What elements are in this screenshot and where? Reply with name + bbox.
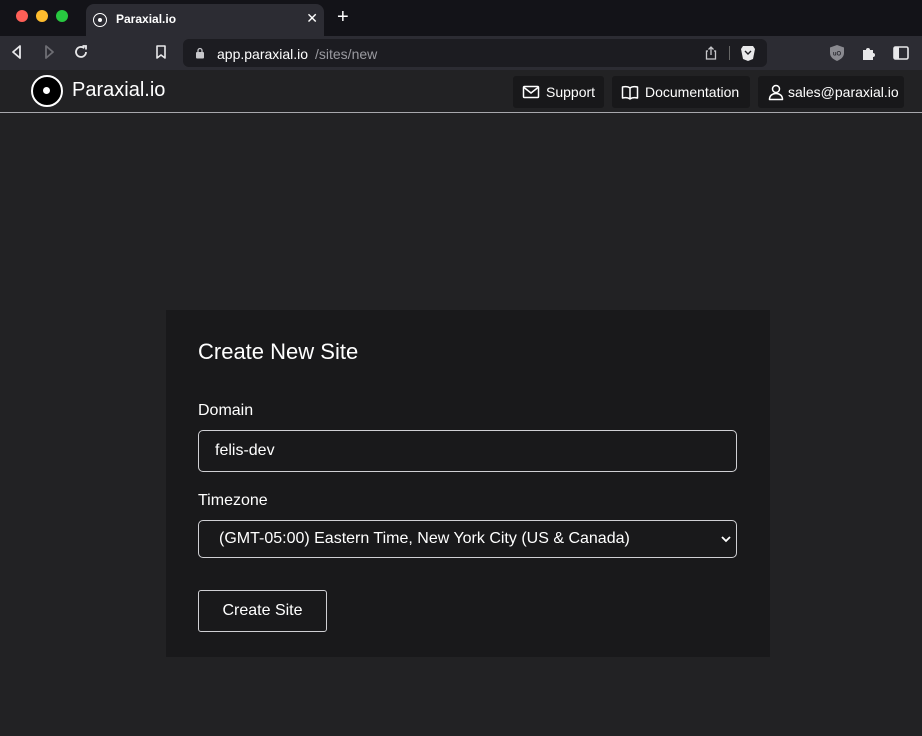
create-site-button[interactable]: Create Site: [198, 590, 327, 632]
svg-text:uO: uO: [833, 52, 842, 58]
domain-value: felis-dev: [215, 442, 275, 459]
domain-label: Domain: [198, 402, 254, 419]
documentation-label: Documentation: [645, 84, 740, 100]
browser-tab-bar: Paraxial.io ✕ +: [0, 0, 922, 36]
chevron-down-icon: [721, 536, 731, 543]
browser-tab[interactable]: Paraxial.io ✕: [86, 4, 324, 36]
user-icon: [768, 84, 784, 101]
sidebar-toggle-icon[interactable]: [892, 44, 910, 62]
favicon-icon: [93, 13, 107, 27]
brand-name[interactable]: Paraxial.io: [72, 79, 165, 102]
extensions-icon[interactable]: [860, 44, 878, 62]
page-title: Create New Site: [198, 339, 359, 364]
documentation-button[interactable]: Documentation: [612, 76, 750, 108]
brave-shields-icon[interactable]: [740, 44, 756, 62]
new-tab-icon[interactable]: +: [337, 7, 349, 27]
bookmark-icon[interactable]: [152, 43, 170, 61]
tab-title: Paraxial.io: [116, 12, 177, 26]
minimize-window-button[interactable]: [36, 10, 48, 22]
paraxial-logo-icon[interactable]: [31, 75, 63, 107]
share-icon[interactable]: [703, 45, 719, 61]
domain-input[interactable]: felis-dev: [198, 430, 737, 472]
address-bar[interactable]: app.paraxial.io /sites/new: [183, 39, 767, 67]
back-icon[interactable]: [8, 43, 26, 61]
url-host: app.paraxial.io: [217, 46, 309, 62]
timezone-value: (GMT-05:00) Eastern Time, New York City …: [219, 530, 630, 547]
support-button[interactable]: Support: [513, 76, 604, 108]
ublock-icon[interactable]: uO: [828, 44, 846, 62]
url-separator: [729, 46, 730, 60]
forward-icon[interactable]: [40, 43, 58, 61]
support-label: Support: [546, 84, 596, 100]
envelope-icon: [522, 85, 540, 99]
book-icon: [621, 85, 639, 100]
create-site-card: Create New Site Domain felis-dev Timezon…: [166, 310, 770, 657]
browser-toolbar: app.paraxial.io /sites/new uO: [0, 36, 922, 70]
lock-icon: [196, 47, 204, 59]
user-account-button[interactable]: sales@paraxial.io: [758, 76, 904, 108]
user-email: sales@paraxial.io: [788, 84, 899, 100]
tab-close-icon[interactable]: ✕: [306, 10, 318, 27]
reload-icon[interactable]: [72, 43, 90, 61]
maximize-window-button[interactable]: [56, 10, 68, 22]
url-path: /sites/new: [315, 46, 378, 62]
timezone-label: Timezone: [198, 492, 268, 509]
close-window-button[interactable]: [16, 10, 28, 22]
app-header: Paraxial.io Support Documentation sales@…: [0, 70, 922, 113]
timezone-select[interactable]: (GMT-05:00) Eastern Time, New York City …: [198, 520, 737, 558]
